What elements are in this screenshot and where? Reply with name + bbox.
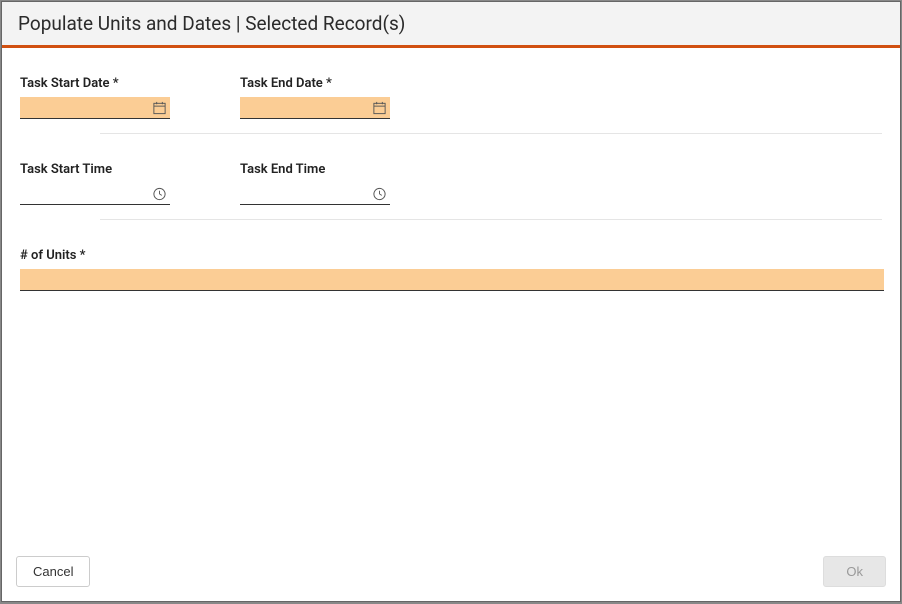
- field-task-end-time: Task End Time: [240, 162, 390, 205]
- input-task-start-date[interactable]: [20, 97, 170, 119]
- dialog-footer: Cancel Ok: [2, 546, 900, 601]
- input-task-start-time[interactable]: [20, 183, 170, 205]
- dialog-body: Task Start Date * Task End Date *: [2, 48, 900, 546]
- divider: [100, 133, 882, 134]
- row-dates: Task Start Date * Task End Date *: [20, 76, 882, 119]
- dialog-title: Populate Units and Dates | Selected Reco…: [18, 12, 884, 35]
- dialog-populate-units-dates: Populate Units and Dates | Selected Reco…: [1, 1, 901, 602]
- label-task-start-time: Task Start Time: [20, 162, 170, 177]
- label-num-units: # of Units *: [20, 248, 884, 263]
- field-num-units: # of Units *: [20, 248, 884, 291]
- field-task-end-date: Task End Date *: [240, 76, 390, 119]
- label-task-end-time: Task End Time: [240, 162, 390, 177]
- cancel-button[interactable]: Cancel: [16, 556, 90, 587]
- divider: [100, 219, 882, 220]
- input-task-end-time[interactable]: [240, 183, 390, 205]
- row-units: # of Units *: [20, 248, 882, 291]
- label-task-start-date: Task Start Date *: [20, 76, 170, 91]
- input-task-end-date[interactable]: [240, 97, 390, 119]
- label-task-end-date: Task End Date *: [240, 76, 390, 91]
- ok-button[interactable]: Ok: [823, 556, 886, 587]
- field-task-start-time: Task Start Time: [20, 162, 170, 205]
- field-task-start-date: Task Start Date *: [20, 76, 170, 119]
- dialog-header: Populate Units and Dates | Selected Reco…: [2, 2, 900, 48]
- input-num-units[interactable]: [20, 269, 884, 291]
- row-times: Task Start Time Task End Time: [20, 162, 882, 205]
